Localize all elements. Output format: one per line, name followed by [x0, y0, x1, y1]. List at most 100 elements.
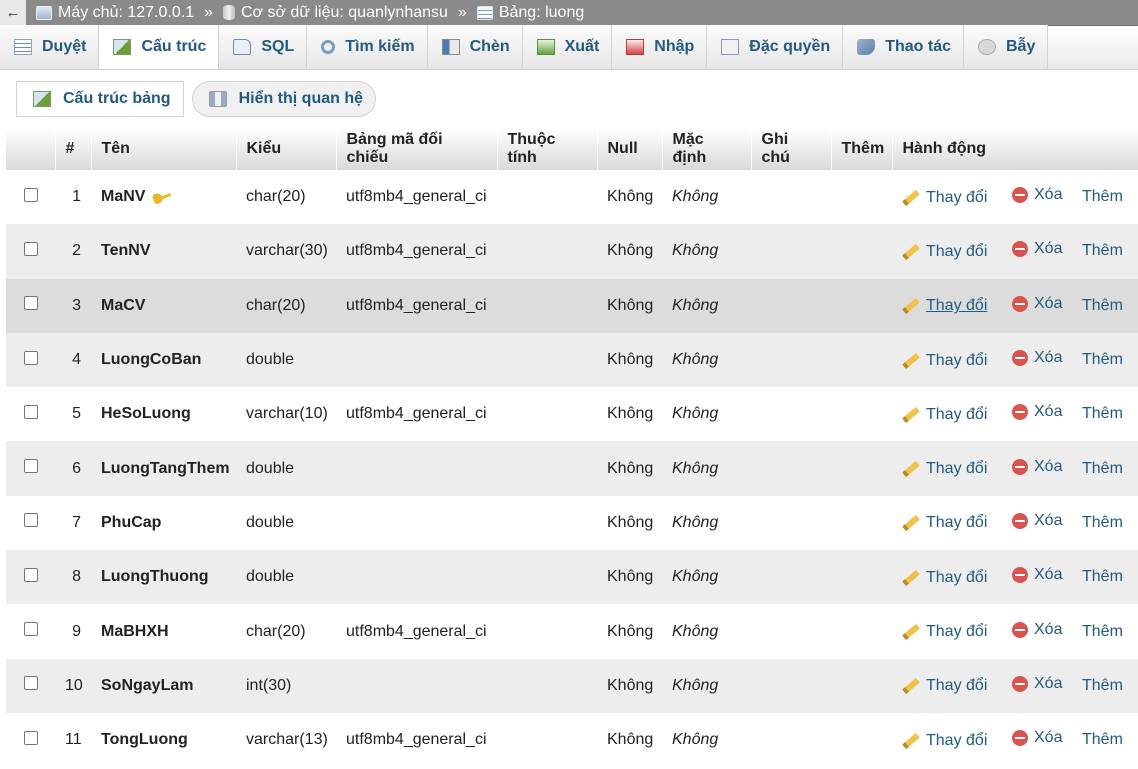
row-number: 11: [65, 731, 82, 749]
drop-label: Xóa: [1034, 186, 1063, 204]
delete-icon: [1012, 241, 1028, 258]
change-action-cell: Thay đổi: [892, 496, 1002, 550]
change-button[interactable]: Thay đổi: [902, 677, 987, 695]
column-extra: [831, 170, 892, 224]
more-button[interactable]: Thêm: [1082, 731, 1123, 748]
breadcrumb-separator: »: [204, 3, 213, 21]
change-button[interactable]: Thay đổi: [902, 569, 987, 587]
more-button[interactable]: Thêm: [1082, 242, 1123, 259]
header-default[interactable]: Mặc định: [662, 128, 752, 170]
drop-action-cell: Xóa: [1002, 550, 1072, 604]
breadcrumb-table[interactable]: Bảng: luong: [476, 4, 584, 22]
header-comment[interactable]: Ghi chú: [751, 128, 832, 170]
sql-icon: [233, 39, 252, 55]
drop-button[interactable]: Xóa: [1012, 295, 1062, 313]
breadcrumb-database-label[interactable]: Cơ sở dữ liệu: quanlynhansu: [241, 4, 448, 22]
header-num[interactable]: #: [55, 128, 92, 170]
drop-button[interactable]: Xóa: [1012, 458, 1062, 476]
column-name-cell: SoNgayLam: [91, 659, 236, 713]
delete-icon: [1012, 350, 1028, 367]
tab-browse[interactable]: Duyệt: [0, 25, 100, 69]
row-number: 6: [72, 459, 81, 477]
breadcrumb-server-label[interactable]: Máy chủ: 127.0.0.1: [58, 4, 194, 22]
header-attributes[interactable]: Thuộc tính: [497, 128, 598, 170]
change-button[interactable]: Thay đổi: [902, 460, 987, 478]
tab-triggers[interactable]: Bẫy: [964, 25, 1049, 69]
column-type: double: [246, 351, 295, 369]
drop-button[interactable]: Xóa: [1012, 186, 1062, 204]
tab-export[interactable]: Xuất: [522, 25, 613, 69]
row-select-cell: [6, 333, 55, 387]
more-button[interactable]: Thêm: [1082, 405, 1123, 422]
tab-import[interactable]: Nhập: [612, 25, 708, 69]
tab-sql[interactable]: SQL: [219, 25, 308, 69]
drop-label: Xóa: [1034, 294, 1063, 312]
tab-privileges[interactable]: Đặc quyền: [707, 25, 844, 69]
header-type[interactable]: Kiểu: [236, 128, 337, 170]
more-button[interactable]: Thêm: [1082, 188, 1123, 205]
tab-operations[interactable]: Thao tác: [843, 25, 964, 69]
row-checkbox[interactable]: [23, 296, 38, 311]
tab-structure[interactable]: Cấu trúc: [99, 25, 220, 69]
row-checkbox[interactable]: [23, 404, 38, 419]
header-name[interactable]: Tên: [91, 128, 237, 170]
tab-search[interactable]: Tìm kiếm: [307, 25, 428, 69]
structure-table: # Tên Kiểu Bảng mã đối chiếu Thuộc tính …: [6, 128, 1138, 768]
drop-button[interactable]: Xóa: [1012, 675, 1062, 693]
delete-icon: [1012, 730, 1028, 747]
header-collation[interactable]: Bảng mã đối chiếu: [336, 128, 498, 170]
row-checkbox[interactable]: [23, 730, 38, 745]
change-button[interactable]: Thay đổi: [902, 406, 987, 424]
row-checkbox[interactable]: [23, 459, 38, 474]
change-button[interactable]: Thay đổi: [902, 297, 987, 315]
drop-button[interactable]: Xóa: [1012, 729, 1062, 747]
column-attributes: [497, 387, 597, 441]
drop-button[interactable]: Xóa: [1012, 349, 1062, 367]
more-action-cell: Thêm: [1072, 224, 1138, 278]
breadcrumb-database[interactable]: Cơ sở dữ liệu: quanlynhansu: [223, 4, 448, 22]
change-button[interactable]: Thay đổi: [902, 623, 987, 641]
change-action-cell: Thay đổi: [892, 441, 1002, 495]
change-button[interactable]: Thay đổi: [902, 732, 987, 750]
back-arrow-icon[interactable]: ←: [0, 0, 26, 26]
change-button[interactable]: Thay đổi: [902, 514, 987, 532]
drop-label: Xóa: [1034, 240, 1063, 258]
more-button[interactable]: Thêm: [1082, 460, 1123, 477]
header-extra[interactable]: Thêm: [831, 128, 893, 170]
tab-insert[interactable]: Chèn: [427, 25, 523, 69]
column-attributes: [497, 659, 597, 713]
triggers-icon: [978, 39, 996, 55]
more-button[interactable]: Thêm: [1082, 568, 1123, 585]
breadcrumb-table-label[interactable]: Bảng: luong: [499, 4, 584, 22]
change-button[interactable]: Thay đổi: [902, 189, 987, 207]
row-checkbox[interactable]: [23, 513, 38, 528]
change-button[interactable]: Thay đổi: [902, 243, 987, 261]
drop-label: Xóa: [1034, 511, 1063, 529]
row-checkbox[interactable]: [23, 676, 38, 691]
more-button[interactable]: Thêm: [1082, 351, 1123, 368]
row-checkbox[interactable]: [23, 350, 38, 365]
drop-button[interactable]: Xóa: [1012, 621, 1062, 639]
breadcrumb-server[interactable]: Máy chủ: 127.0.0.1: [36, 4, 194, 22]
more-button[interactable]: Thêm: [1082, 677, 1123, 694]
drop-button[interactable]: Xóa: [1012, 512, 1062, 530]
column-name-cell: HeSoLuong: [91, 387, 236, 441]
header-null[interactable]: Null: [597, 128, 663, 170]
more-button[interactable]: Thêm: [1082, 297, 1123, 314]
drop-button[interactable]: Xóa: [1012, 403, 1062, 421]
more-button[interactable]: Thêm: [1082, 623, 1123, 640]
drop-button[interactable]: Xóa: [1012, 566, 1062, 584]
pencil-icon: [902, 678, 920, 695]
row-checkbox[interactable]: [23, 241, 38, 256]
subtab-relation-view[interactable]: Hiển thị quan hệ: [191, 81, 377, 117]
more-button[interactable]: Thêm: [1082, 514, 1123, 531]
subtab-table-structure[interactable]: Cấu trúc bảng: [16, 81, 184, 117]
row-checkbox[interactable]: [23, 567, 38, 582]
row-checkbox[interactable]: [23, 622, 38, 637]
row-checkbox[interactable]: [23, 187, 38, 202]
change-button[interactable]: Thay đổi: [902, 352, 987, 370]
column-default: Không: [672, 351, 719, 369]
drop-button[interactable]: Xóa: [1012, 240, 1062, 258]
column-name-cell: MaCV: [91, 279, 236, 333]
column-name: HeSoLuong: [101, 405, 191, 423]
